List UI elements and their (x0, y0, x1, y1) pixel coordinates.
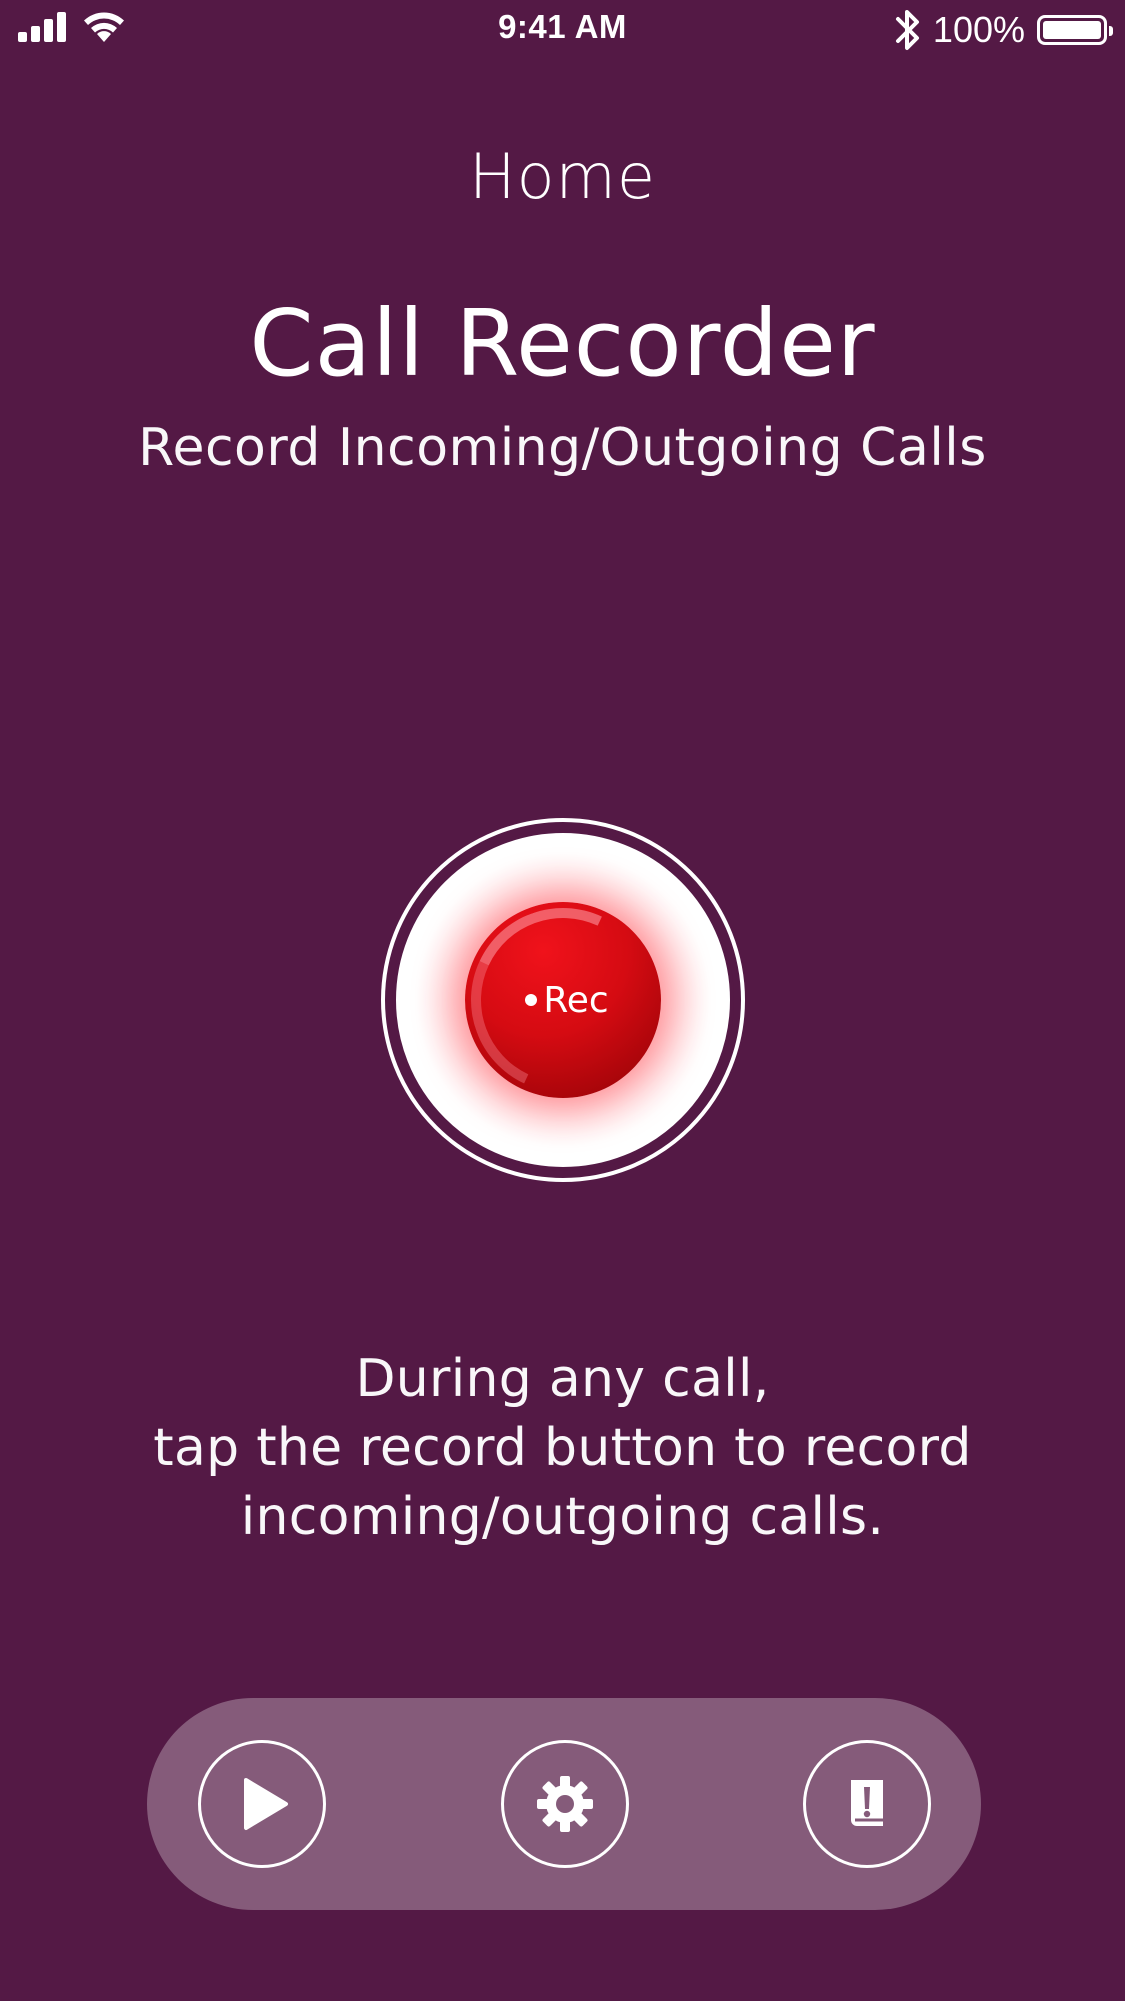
battery-icon (1037, 15, 1113, 45)
instructions-line: tap the record button to record (153, 1418, 972, 1478)
record-button-label: Rec (525, 979, 609, 1021)
notebook-exclamation-icon (851, 1780, 883, 1826)
instructions-line: incoming/outgoing calls. (240, 1487, 885, 1547)
battery-cap (1109, 26, 1113, 36)
bottom-toolbar (147, 1698, 981, 1910)
record-button-halo: Rec (392, 829, 734, 1171)
status-right: 100% (895, 8, 1113, 52)
record-button-text: Rec (543, 979, 609, 1021)
instructions-line: During any call, (355, 1349, 770, 1409)
record-button-ring: Rec (381, 818, 745, 1182)
battery-fill (1043, 21, 1101, 39)
gear-icon (537, 1776, 593, 1832)
play-button[interactable] (198, 1740, 326, 1868)
record-button[interactable]: Rec (445, 882, 681, 1118)
record-dot-icon (525, 994, 538, 1006)
status-bar: 9:41 AM 100% (0, 0, 1125, 60)
battery-percentage: 100% (932, 9, 1025, 50)
play-icon (244, 1778, 288, 1830)
app-title: Call Recorder (249, 290, 876, 397)
app-subtitle: Record Incoming/Outgoing Calls (138, 418, 987, 478)
bluetooth-icon (895, 10, 919, 50)
settings-button[interactable] (501, 1740, 629, 1868)
notes-button[interactable] (803, 1740, 931, 1868)
instructions-text: During any call, tap the record button t… (0, 1345, 1125, 1552)
nav-title: Home (468, 140, 657, 213)
